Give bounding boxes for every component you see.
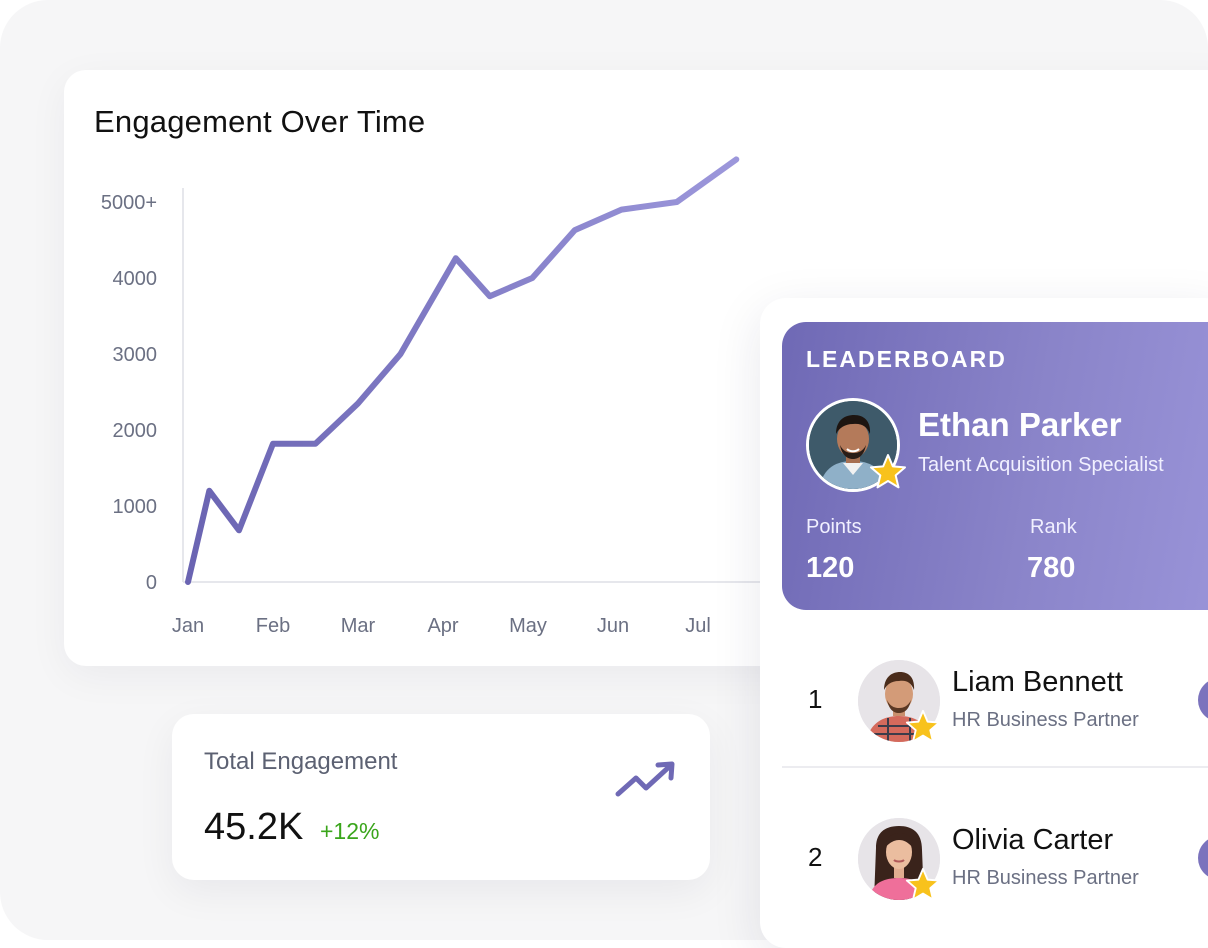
- x-tick-label: Mar: [341, 615, 376, 637]
- row-1-name: Liam Bennett: [952, 666, 1123, 698]
- row-1-rank: 1: [808, 684, 823, 714]
- data-point: [398, 351, 404, 357]
- data-point: [236, 527, 242, 533]
- x-tick-label: Feb: [256, 615, 290, 637]
- data-point: [674, 199, 680, 205]
- row-1-star-icon: [905, 709, 941, 743]
- data-point: [733, 156, 739, 162]
- y-tick-label: 2000: [113, 420, 158, 442]
- data-point: [270, 441, 276, 447]
- row-1-role: HR Business Partner: [952, 709, 1139, 731]
- trending-up-icon: [615, 761, 675, 797]
- data-point: [313, 441, 319, 447]
- engagement-series-line: [185, 156, 740, 585]
- total-engagement-change: +12%: [320, 818, 380, 844]
- y-tick-label: 4000: [113, 268, 158, 290]
- x-tick-label: Apr: [427, 615, 458, 637]
- top-user-name: Ethan Parker: [918, 406, 1122, 443]
- data-point: [487, 293, 493, 299]
- data-point: [619, 207, 625, 213]
- rank-label: Rank: [1030, 516, 1077, 538]
- total-engagement-value: 45.2K: [204, 806, 304, 848]
- y-tick-label: 0: [146, 572, 157, 594]
- data-point: [453, 255, 459, 261]
- total-engagement-label: Total Engagement: [204, 748, 398, 775]
- x-tick-label: Jan: [172, 615, 204, 637]
- leaderboard-header-card: LEADERBOARD Ethan Parker Talent Acquisit…: [782, 322, 1208, 610]
- top-user-role: Talent Acquisition Specialist: [918, 454, 1164, 476]
- row-2-name: Olivia Carter: [952, 824, 1114, 856]
- data-point: [572, 227, 578, 233]
- data-point: [206, 488, 212, 494]
- points-label: Points: [806, 516, 862, 538]
- row-2-star-icon: [905, 867, 941, 901]
- rank-value: 780: [1027, 552, 1076, 584]
- leaderboard-title: LEADERBOARD: [806, 346, 1007, 372]
- data-point: [185, 579, 191, 585]
- y-tick-label: 1000: [113, 496, 158, 518]
- y-tick-label: 5000+: [101, 192, 157, 214]
- x-tick-label: May: [509, 615, 547, 637]
- x-tick-label: Jul: [685, 615, 711, 637]
- data-point: [355, 400, 361, 406]
- y-tick-label: 3000: [113, 344, 158, 366]
- row-divider: [782, 766, 1208, 768]
- data-point: [529, 275, 535, 281]
- top-user-star-icon: [870, 454, 906, 489]
- points-value: 120: [806, 552, 855, 584]
- x-tick-label: Jun: [597, 615, 629, 637]
- row-2-role: HR Business Partner: [952, 867, 1139, 889]
- row-2-rank: 2: [808, 842, 823, 872]
